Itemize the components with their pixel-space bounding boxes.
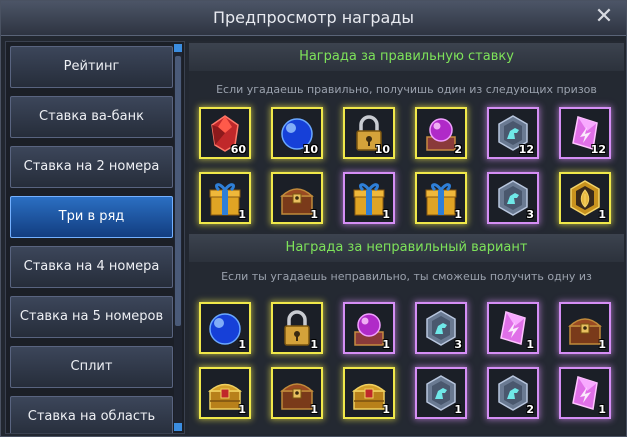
- reward-slot[interactable]: 60: [199, 107, 251, 159]
- title-bar: Предпросмотр награды ✕: [1, 1, 626, 36]
- scroll-down-arrow-icon[interactable]: [174, 423, 182, 431]
- close-icon[interactable]: ✕: [592, 5, 616, 29]
- reward-slot[interactable]: 1: [343, 172, 395, 224]
- reward-slot[interactable]: 3: [487, 172, 539, 224]
- item-quantity: 1: [238, 338, 246, 351]
- reward-slot[interactable]: 1: [271, 302, 323, 354]
- reward-slot[interactable]: 1: [487, 302, 539, 354]
- sidebar-scrollbar[interactable]: [174, 44, 182, 431]
- reward-slot[interactable]: 2: [487, 367, 539, 419]
- item-quantity: 1: [526, 338, 534, 351]
- item-quantity: 1: [238, 403, 246, 416]
- reward-slot[interactable]: 1: [271, 367, 323, 419]
- item-quantity: 12: [590, 143, 606, 156]
- menu-item[interactable]: Ставка на 2 номера: [10, 146, 173, 188]
- item-quantity: 1: [382, 403, 390, 416]
- item-quantity: 1: [310, 403, 318, 416]
- menu-item[interactable]: Ставка на область: [10, 396, 173, 433]
- item-quantity: 3: [454, 338, 462, 351]
- item-quantity: 1: [454, 208, 462, 221]
- item-quantity: 60: [230, 143, 246, 156]
- reward-slot[interactable]: 10: [343, 107, 395, 159]
- item-quantity: 2: [526, 403, 534, 416]
- item-quantity: 1: [598, 208, 606, 221]
- window-title: Предпросмотр награды: [212, 8, 415, 27]
- menu-item[interactable]: Три в ряд: [10, 196, 173, 238]
- reward-slot[interactable]: 1: [199, 172, 251, 224]
- correct-reward-header: Награда за правильную ставку: [189, 43, 624, 71]
- reward-slot[interactable]: 1: [415, 172, 467, 224]
- item-quantity: 10: [374, 143, 390, 156]
- item-quantity: 1: [310, 208, 318, 221]
- item-quantity: 10: [302, 143, 318, 156]
- reward-slot[interactable]: 1: [559, 302, 611, 354]
- reward-preview-window: Предпросмотр награды ✕ Рейтинг Ставка ва-…: [0, 0, 627, 437]
- correct-reward-description: Если угадаешь правильно, получишь один и…: [216, 83, 597, 96]
- menu-item[interactable]: Рейтинг: [10, 46, 173, 88]
- menu-item[interactable]: Сплит: [10, 346, 173, 388]
- item-quantity: 1: [382, 208, 390, 221]
- item-quantity: 2: [454, 143, 462, 156]
- reward-slot[interactable]: 1: [415, 367, 467, 419]
- menu-item[interactable]: Ставка на 4 номера: [10, 246, 173, 288]
- reward-slot[interactable]: 10: [271, 107, 323, 159]
- scroll-thumb[interactable]: [175, 56, 181, 326]
- item-quantity: 1: [382, 338, 390, 351]
- reward-slot[interactable]: 2: [415, 107, 467, 159]
- item-quantity: 1: [454, 403, 462, 416]
- reward-slot[interactable]: 1: [343, 302, 395, 354]
- reward-slot[interactable]: 3: [415, 302, 467, 354]
- reward-slot[interactable]: 1: [199, 302, 251, 354]
- reward-slot[interactable]: 1: [199, 367, 251, 419]
- reward-slot[interactable]: 1: [559, 172, 611, 224]
- item-quantity: 3: [526, 208, 534, 221]
- incorrect-reward-description: Если ты угадаешь неправильно, ты сможешь…: [221, 270, 592, 283]
- reward-slot[interactable]: 1: [559, 367, 611, 419]
- reward-panel: Награда за правильную ставку Если угадае…: [189, 41, 624, 434]
- item-quantity: 1: [310, 338, 318, 351]
- item-quantity: 12: [518, 143, 534, 156]
- item-quantity: 1: [598, 338, 606, 351]
- scroll-up-arrow-icon[interactable]: [174, 44, 182, 52]
- menu-item[interactable]: Ставка на 5 номеров: [10, 296, 173, 338]
- reward-slot[interactable]: 1: [343, 367, 395, 419]
- item-quantity: 1: [598, 403, 606, 416]
- item-quantity: 1: [238, 208, 246, 221]
- reward-slot[interactable]: 12: [559, 107, 611, 159]
- reward-slot[interactable]: 12: [487, 107, 539, 159]
- reward-slot[interactable]: 1: [271, 172, 323, 224]
- incorrect-reward-header: Награда за неправильный вариант: [189, 234, 624, 262]
- menu-item[interactable]: Ставка ва-банк: [10, 96, 173, 138]
- bet-type-sidebar: Рейтинг Ставка ва-банк Ставка на 2 номера Т…: [5, 41, 185, 434]
